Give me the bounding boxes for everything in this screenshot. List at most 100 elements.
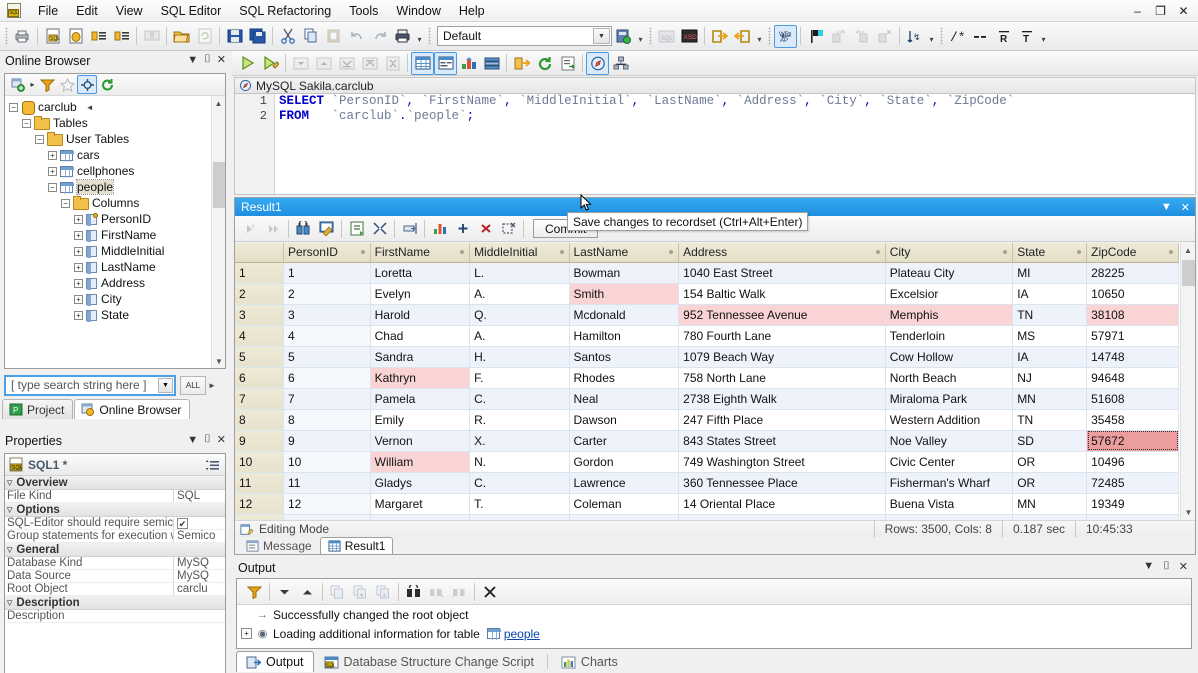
copy-all-icon[interactable]: a xyxy=(372,580,395,603)
property-row[interactable]: SQL-Editor should require semicolons✔ xyxy=(5,517,225,530)
cell-personid[interactable]: 9 xyxy=(283,430,370,451)
output-table-link[interactable]: people xyxy=(504,627,540,641)
chevron-down-icon[interactable]: ▼ xyxy=(593,28,610,44)
column-sort-dot-icon[interactable] xyxy=(361,250,365,254)
new-object-icon[interactable] xyxy=(8,75,28,94)
cell-city[interactable]: Miraloma Park xyxy=(885,388,1013,409)
cell-state[interactable]: IA xyxy=(1013,346,1087,367)
favorite-icon[interactable] xyxy=(57,75,77,94)
chart-result-icon[interactable] xyxy=(457,52,480,75)
cell-address[interactable]: 758 North Lane xyxy=(679,367,886,388)
uppercase-icon[interactable]: R xyxy=(992,25,1015,48)
tab-message[interactable]: Message xyxy=(238,537,320,554)
cell-firstname[interactable]: Chad xyxy=(370,325,469,346)
column-sort-dot-icon[interactable] xyxy=(669,250,673,254)
cell-address[interactable]: 1040 East Street xyxy=(679,262,886,283)
filter-records-icon[interactable] xyxy=(315,217,338,240)
tree-node-tables[interactable]: −Tables xyxy=(5,115,211,131)
code-line[interactable]: SELECT `PersonID`, `FirstName`, `MiddleI… xyxy=(279,94,1195,109)
cell-city[interactable]: Buena Vista xyxy=(885,493,1013,514)
table-row[interactable]: 1111GladysC.Lawrence360 Tennessee PlaceF… xyxy=(235,472,1179,493)
cell-firstname[interactable]: Evelyn xyxy=(370,283,469,304)
column-header-rownum[interactable] xyxy=(235,243,283,262)
collapse-up-icon[interactable] xyxy=(296,580,319,603)
cell-address[interactable]: 247 Fifth Place xyxy=(679,409,886,430)
property-row[interactable]: Group statements for execution with:Semi… xyxy=(5,530,225,543)
property-row[interactable]: File KindSQL xyxy=(5,490,225,503)
column-header-city[interactable]: City xyxy=(885,243,1013,262)
new-view-icon[interactable] xyxy=(110,25,133,48)
sql-log-icon[interactable]: SQL xyxy=(655,25,678,48)
column-header-address[interactable]: Address xyxy=(679,243,886,262)
sql-editor[interactable]: 12 SELECT `PersonID`, `FirstName`, `Midd… xyxy=(234,94,1196,195)
result-close-button[interactable]: ✕ xyxy=(1181,201,1190,214)
tree-node-address[interactable]: +Address xyxy=(5,275,211,291)
cell-lastname[interactable]: Carter xyxy=(569,430,679,451)
lowercase-icon[interactable]: T xyxy=(1015,25,1038,48)
redo-icon[interactable] xyxy=(368,25,391,48)
properties-group-general[interactable]: ▽General xyxy=(5,543,225,557)
cell-middleinitial[interactable]: H. xyxy=(470,346,569,367)
step-down-icon[interactable] xyxy=(289,52,312,75)
row-number-cell[interactable]: 8 xyxy=(235,409,283,430)
cell-middleinitial[interactable]: C. xyxy=(470,472,569,493)
save-icon[interactable] xyxy=(223,25,246,48)
cell-state[interactable]: OR xyxy=(1013,472,1087,493)
cell-zipcode[interactable]: 51608 xyxy=(1087,388,1179,409)
cell-lastname[interactable]: Hamilton xyxy=(569,325,679,346)
properties-close-button[interactable]: ✕ xyxy=(217,433,226,446)
fit-columns-icon[interactable] xyxy=(398,217,421,240)
tree-node-middleinitial[interactable]: +MiddleInitial xyxy=(5,243,211,259)
cell-lastname[interactable]: Bowman xyxy=(569,262,679,283)
cell-lastname[interactable]: Mcdonald xyxy=(569,304,679,325)
column-sort-dot-icon[interactable] xyxy=(460,250,464,254)
toolbar-grip[interactable] xyxy=(5,27,8,45)
cell-middleinitial[interactable]: C. xyxy=(470,388,569,409)
tab-charts[interactable]: Charts xyxy=(551,651,628,672)
menu-sql-refactoring[interactable]: SQL Refactoring xyxy=(230,2,340,20)
execute-to-end-icon[interactable] xyxy=(335,52,358,75)
new-database-icon[interactable] xyxy=(64,25,87,48)
cell-personid[interactable]: 11 xyxy=(283,472,370,493)
online-browser-pin-button[interactable]: ⌷ xyxy=(204,53,211,66)
tree-expander[interactable]: − xyxy=(48,183,57,192)
cell-firstname[interactable]: Loretta xyxy=(370,262,469,283)
online-browser-close-button[interactable]: ✕ xyxy=(217,53,226,66)
cell-state[interactable]: TN xyxy=(1013,304,1087,325)
cut-icon[interactable] xyxy=(276,25,299,48)
execute-to-start-icon[interactable] xyxy=(358,52,381,75)
cell-zipcode[interactable]: 72485 xyxy=(1087,472,1179,493)
tab-output[interactable]: Output xyxy=(236,651,314,672)
cell-city[interactable]: Noe Valley xyxy=(885,430,1013,451)
cell-state[interactable]: NJ xyxy=(1013,367,1087,388)
cell-firstname[interactable]: Emily xyxy=(370,409,469,430)
add-record-icon[interactable] xyxy=(451,217,474,240)
cell-middleinitial[interactable]: Q. xyxy=(470,304,569,325)
tree-expander[interactable]: + xyxy=(48,151,57,160)
tree-expander[interactable]: + xyxy=(74,279,83,288)
tree-expander[interactable]: − xyxy=(61,199,70,208)
comment-line-icon[interactable] xyxy=(969,25,992,48)
result-scroll-up-button[interactable]: ▲ xyxy=(1181,243,1195,258)
row-number-cell[interactable]: 5 xyxy=(235,346,283,367)
column-sort-dot-icon[interactable] xyxy=(876,250,880,254)
cell-lastname[interactable]: Dawson xyxy=(569,409,679,430)
toolbar-grip-4[interactable] xyxy=(768,27,771,45)
fullscreen-icon[interactable] xyxy=(368,217,391,240)
cell-lastname[interactable]: Gordon xyxy=(569,451,679,472)
export-result-icon[interactable] xyxy=(510,52,533,75)
rollback-icon[interactable] xyxy=(533,52,556,75)
tab-result1[interactable]: Result1 xyxy=(320,537,394,554)
menu-help[interactable]: Help xyxy=(450,2,494,20)
output-close-button[interactable]: ✕ xyxy=(1179,560,1188,573)
tree-node-people[interactable]: −people xyxy=(5,179,211,195)
cell-personid[interactable]: 6 xyxy=(283,367,370,388)
cell-city[interactable]: Plateau City xyxy=(885,262,1013,283)
property-row[interactable]: Root Objectcarclu xyxy=(5,583,225,596)
property-row[interactable]: Database KindMySQ xyxy=(5,557,225,570)
cell-firstname[interactable]: Vernon xyxy=(370,430,469,451)
tree-node-columns[interactable]: −Columns xyxy=(5,195,211,211)
tree-node-firstname[interactable]: +FirstName xyxy=(5,227,211,243)
row-number-cell[interactable]: 12 xyxy=(235,493,283,514)
toolbar-overflow-2[interactable]: ▾ xyxy=(635,26,646,46)
